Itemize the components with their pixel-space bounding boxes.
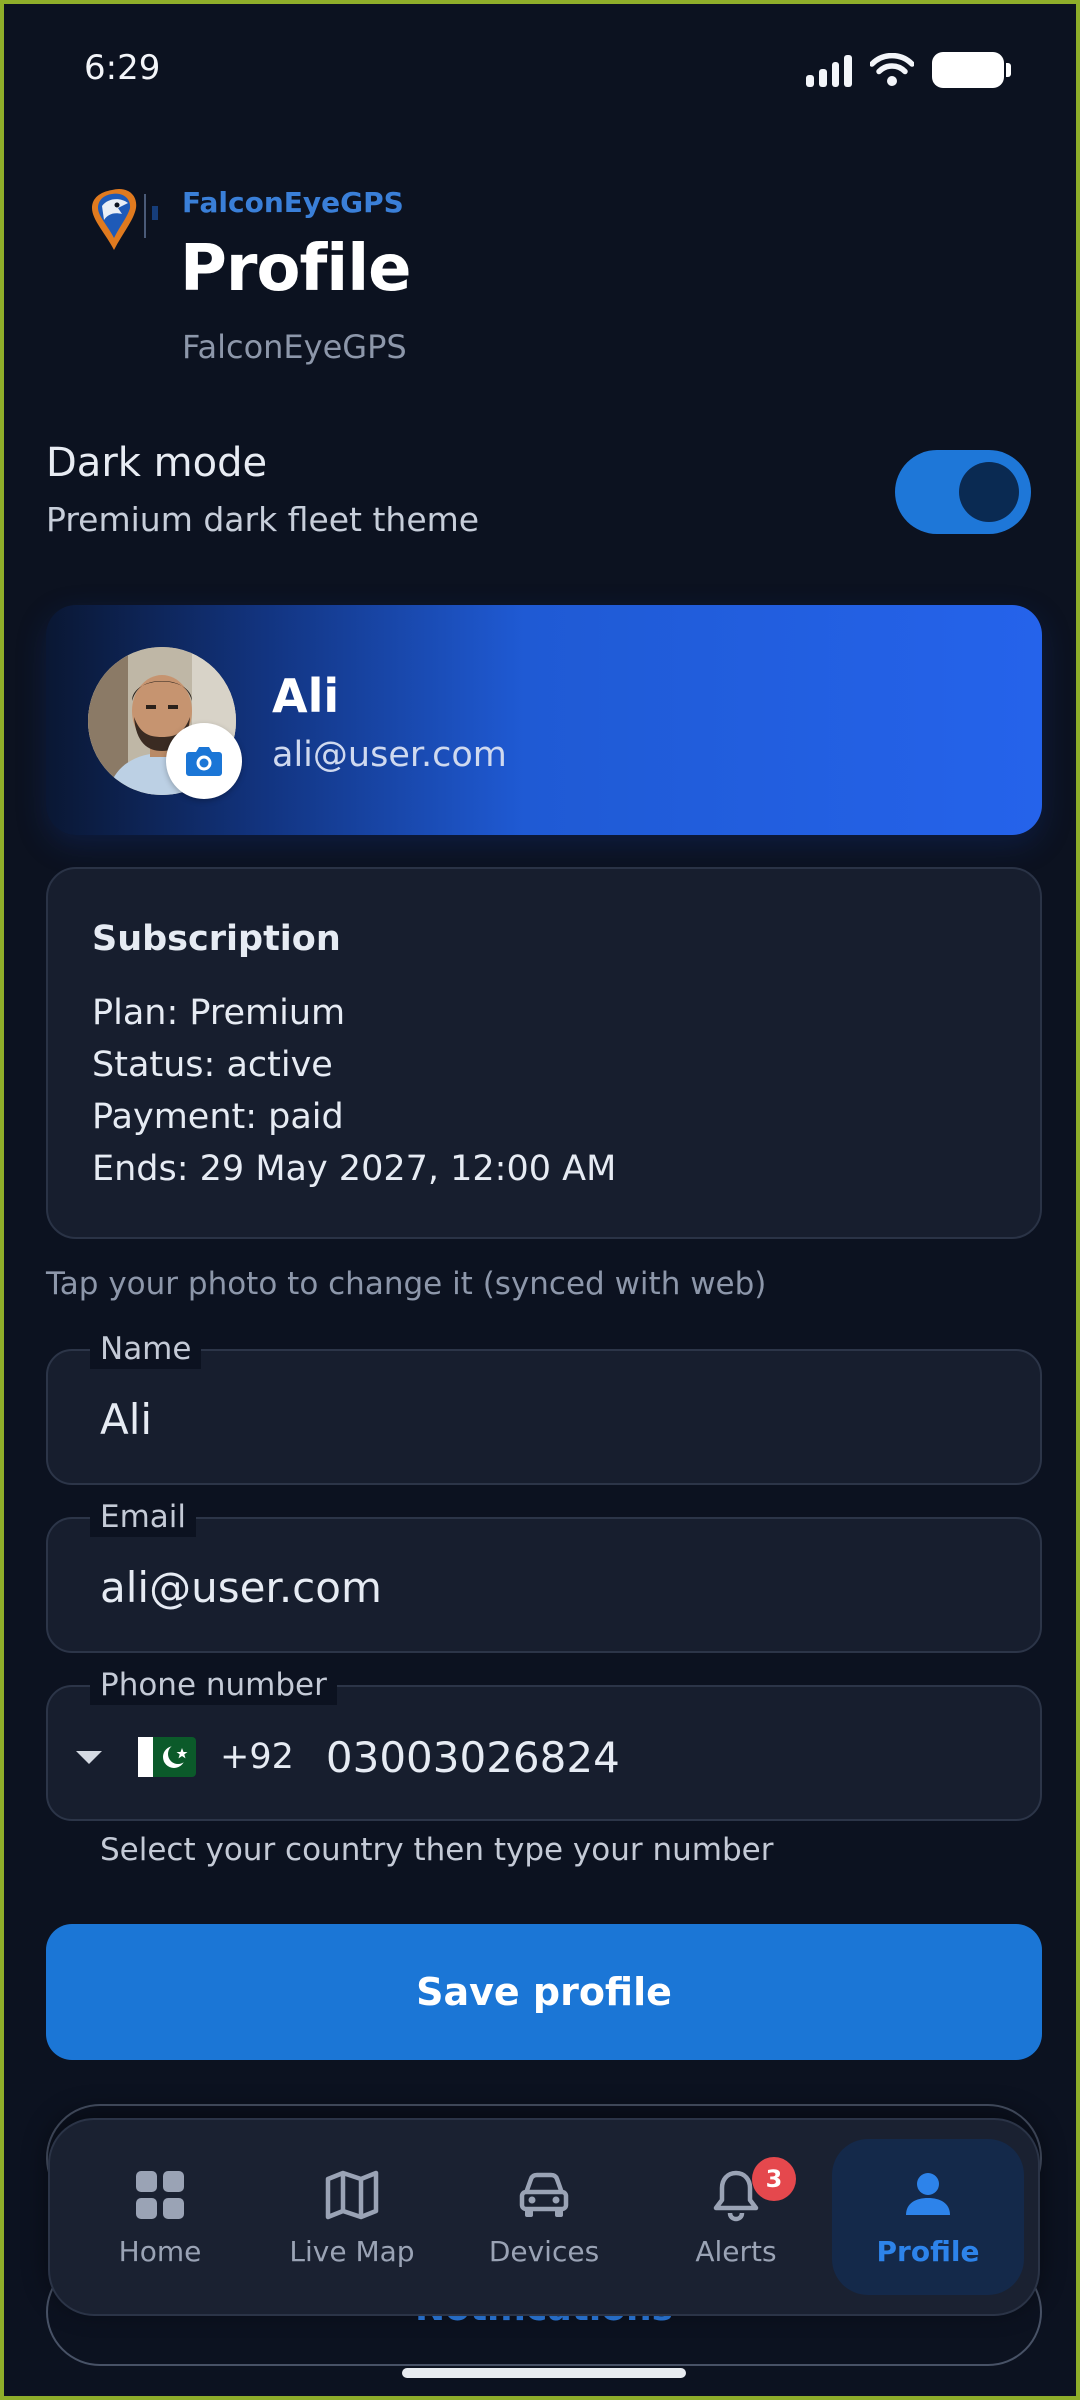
nav-alerts-label: Alerts	[695, 2234, 777, 2268]
email-field[interactable]: Email	[46, 1497, 1042, 1653]
subscription-end-date: Ends: 29 May 2027, 12:00 AM	[92, 1149, 617, 1189]
nav-devices[interactable]: Devices	[448, 2139, 640, 2295]
signal-icon	[806, 53, 852, 87]
phone-label: Phone number	[90, 1665, 337, 1705]
bottom-navigation: Home Live Map Devices Alerts 3 Profile	[48, 2118, 1040, 2316]
wifi-icon	[870, 53, 914, 86]
name-input[interactable]	[100, 1395, 980, 1444]
car-icon	[519, 2172, 569, 2217]
falcon-logo-icon	[92, 188, 158, 250]
person-icon	[906, 2172, 950, 2215]
status-time: 6:29	[84, 48, 161, 88]
brand-name: FalconEyeGPS	[182, 186, 404, 219]
photo-hint: Tap your photo to change it (synced with…	[46, 1266, 767, 1302]
nav-alerts[interactable]: Alerts 3	[640, 2139, 832, 2295]
dark-mode-setting: Dark mode Premium dark fleet theme	[46, 436, 1031, 546]
battery-icon	[932, 52, 1011, 88]
camera-icon	[186, 747, 222, 776]
toggle-knob	[959, 462, 1019, 522]
grid-icon	[136, 2170, 184, 2219]
phone-field[interactable]: Phone number +92	[46, 1665, 1042, 1821]
page-subtitle: FalconEyeGPS	[182, 328, 407, 366]
nav-profile-label: Profile	[876, 2234, 980, 2268]
nav-home-label: Home	[118, 2234, 202, 2268]
dark-mode-title: Dark mode	[46, 440, 268, 486]
subscription-payment: Payment: paid	[92, 1097, 344, 1137]
home-indicator	[402, 2368, 686, 2378]
save-profile-button[interactable]: Save profile	[46, 1924, 1042, 2060]
profile-email: ali@user.com	[272, 735, 507, 775]
subscription-details: Plan: Premium Status: active Payment: pa…	[92, 987, 616, 1195]
alerts-count-badge: 3	[752, 2157, 796, 2201]
email-input[interactable]	[100, 1563, 980, 1612]
screen-frame: 6:29 FalconEyeGPS Profile FalconEyeGPS D…	[0, 0, 1080, 2400]
country-selector[interactable]: +92	[72, 1727, 846, 1787]
profile-name: Ali	[272, 669, 340, 723]
name-label: Name	[90, 1329, 202, 1369]
subscription-status: Status: active	[92, 1045, 333, 1085]
name-field[interactable]: Name	[46, 1329, 1042, 1485]
nav-live-map[interactable]: Live Map	[256, 2139, 448, 2295]
subscription-title: Subscription	[92, 919, 341, 959]
dial-code: +92	[220, 1737, 294, 1777]
subscription-card: Subscription Plan: Premium Status: activ…	[46, 867, 1042, 1239]
nav-home[interactable]: Home	[64, 2139, 256, 2295]
dark-mode-subtitle: Premium dark fleet theme	[46, 500, 480, 539]
profile-card: Ali ali@user.com	[46, 605, 1042, 835]
email-label: Email	[90, 1497, 197, 1537]
phone-input[interactable]	[325, 1732, 846, 1782]
dark-mode-toggle[interactable]	[895, 450, 1031, 534]
pakistan-flag-icon	[138, 1737, 196, 1777]
nav-live-map-label: Live Map	[289, 2234, 415, 2268]
phone-helper-text: Select your country then type your numbe…	[100, 1832, 774, 1868]
chevron-down-icon[interactable]	[76, 1750, 102, 1764]
change-photo-button[interactable]	[166, 723, 242, 799]
status-bar: 6:29	[4, 4, 1076, 134]
nav-devices-label: Devices	[488, 2234, 600, 2268]
nav-profile[interactable]: Profile	[832, 2139, 1024, 2295]
page-title: Profile	[180, 232, 412, 306]
subscription-plan: Plan: Premium	[92, 993, 346, 1033]
status-icons	[806, 52, 1011, 88]
map-icon	[325, 2170, 379, 2219]
